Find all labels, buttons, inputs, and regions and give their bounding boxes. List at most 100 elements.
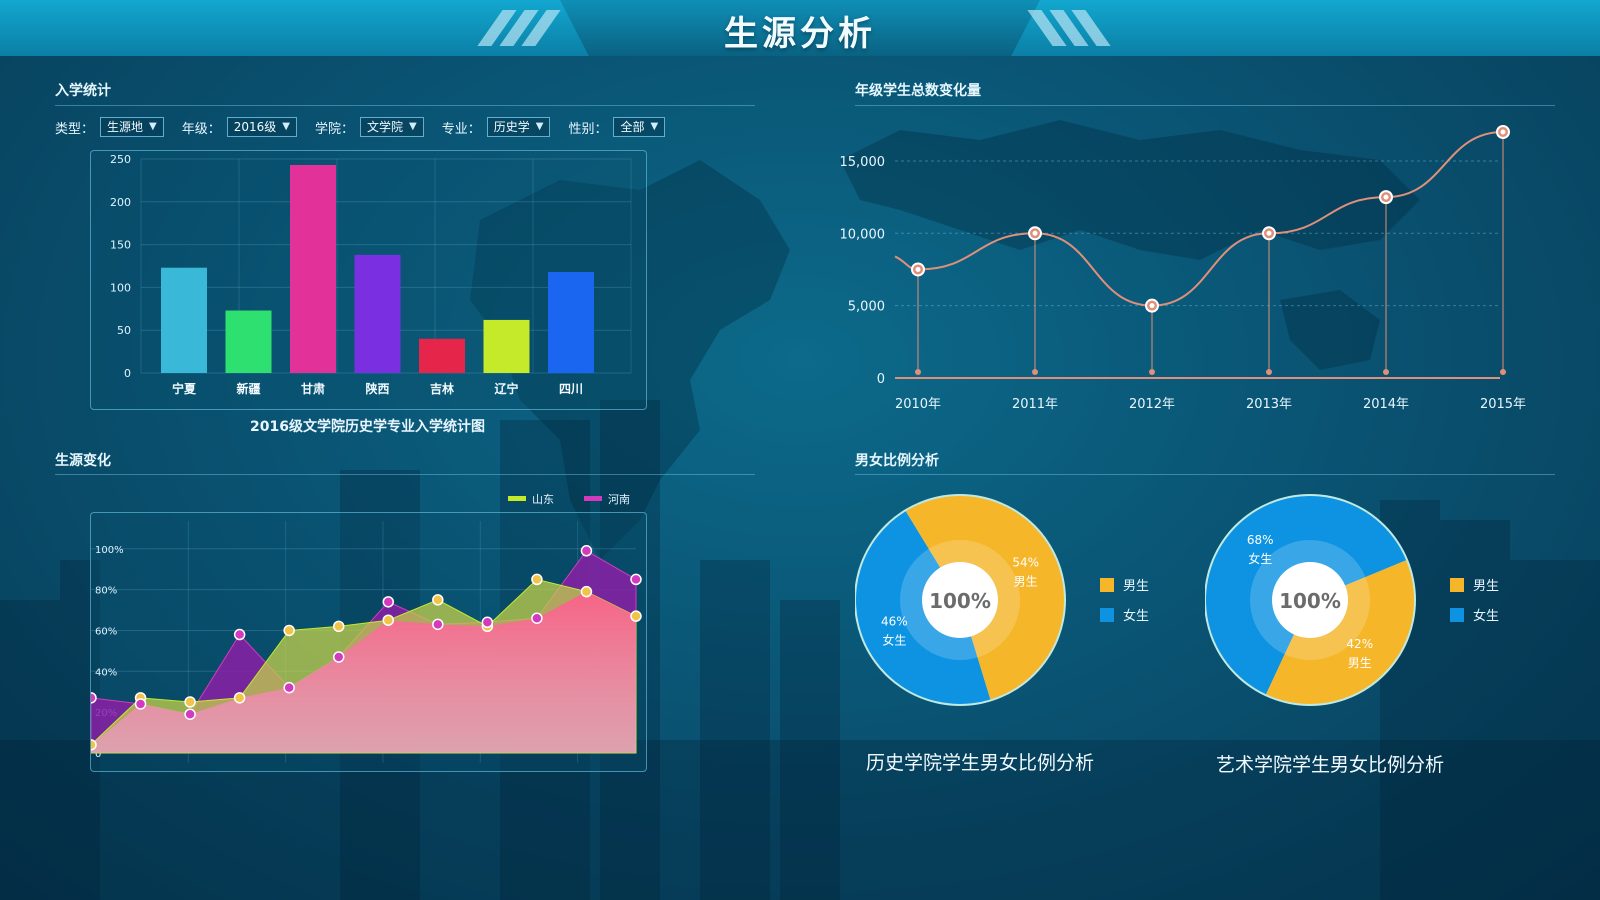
point-山东 <box>283 624 295 637</box>
gender-section-divider <box>855 474 1555 475</box>
x-tick-label: 2010年 <box>895 397 941 412</box>
point-山东 <box>382 614 395 626</box>
data-point-core <box>1149 303 1155 309</box>
filter-type-select[interactable]: 生源地 ▼ <box>100 117 164 137</box>
pie-center-label: 100% <box>929 589 991 613</box>
bar <box>419 338 465 373</box>
point-河南 <box>630 573 642 586</box>
y-tick-label: 5,000 <box>848 300 885 315</box>
filter-college-label: 学院： <box>315 121 355 137</box>
enrollment-section-title: 入学统计 <box>55 83 111 99</box>
bar <box>354 254 401 373</box>
point-山东 <box>630 610 642 622</box>
point-山东 <box>580 585 593 598</box>
area-overlap <box>91 591 636 753</box>
source-change-legend: 山东 河南 <box>508 493 630 506</box>
filter-gender-label: 性别： <box>568 121 608 137</box>
enrollment-chart-panel: 0 50 100 150 200 250 宁夏 新疆 甘肃 陕西 吉林 辽宁 四川 <box>90 150 647 410</box>
baseline-dot <box>1383 369 1389 375</box>
point-河南 <box>184 708 196 720</box>
pie-label-female-value: 68% <box>1247 533 1274 547</box>
point-河南 <box>233 628 246 641</box>
filter-grade-value: 2016级 <box>233 120 277 134</box>
filter-grade-select[interactable]: 2016级 ▼ <box>226 117 297 137</box>
data-point-core <box>1032 230 1038 236</box>
source-change-area-chart: 020%40%60%80%100% <box>85 521 642 763</box>
point-河南 <box>332 651 345 663</box>
legend-swatch-female <box>1450 608 1464 622</box>
data-point-core <box>1383 194 1389 200</box>
point-河南 <box>481 616 494 629</box>
legend-label-female: 女生 <box>1123 608 1149 624</box>
filter-grade-label: 年级： <box>181 121 221 137</box>
y-tick-label: 10,000 <box>840 227 885 242</box>
y-tick-label: 50 <box>117 324 131 337</box>
y-tick-label: 0 <box>124 367 131 380</box>
y-tick-label: 60% <box>95 626 117 637</box>
pie-label-female-value: 46% <box>881 615 908 629</box>
filter-major-label: 专业： <box>441 121 481 137</box>
art-gender-pie-chart: 100%68%女生42%男生男生女生 <box>1205 494 1499 706</box>
baseline-dot <box>915 369 921 375</box>
x-tick-label: 陕西 <box>365 381 389 396</box>
point-山东 <box>432 594 444 606</box>
enrollment-section-divider <box>55 105 755 106</box>
enrollment-chart-caption: 2016级文学院历史学专业入学统计图 <box>250 419 485 435</box>
pie-label-male-name: 男生 <box>1014 574 1038 588</box>
data-point-core <box>1500 129 1506 135</box>
data-point-core <box>915 266 921 272</box>
y-tick-label: 15,000 <box>840 155 885 170</box>
grade-total-section-divider <box>855 105 1555 106</box>
grade-total-line-chart: 0 5,000 10,000 15,000 2010年 2011年 2012年 2013年 20… <box>840 125 1526 412</box>
series-line <box>894 131 1504 307</box>
legend-swatch <box>508 496 526 501</box>
chevron-down-icon: ▼ <box>650 121 659 132</box>
point-河南 <box>382 596 395 608</box>
pie-label-male-value: 42% <box>1346 637 1373 651</box>
chevron-down-icon: ▼ <box>282 121 290 132</box>
bar <box>483 319 530 373</box>
x-tick-label: 新疆 <box>236 381 260 396</box>
x-tick-label: 2011年 <box>1012 397 1058 412</box>
header-bar: 生源分析 <box>0 0 1600 56</box>
point-山东 <box>85 739 97 751</box>
legend-swatch-female <box>1100 608 1114 622</box>
legend-swatch-male <box>1100 578 1114 592</box>
filter-grade: 年级： 2016级 ▼ <box>182 117 297 137</box>
point-山东 <box>332 620 345 633</box>
source-change-chart-panel: 020%40%60%80%100% <box>85 512 647 772</box>
art-gender-caption: 艺术学院学生男女比例分析 <box>1215 754 1444 776</box>
baseline-dot <box>1032 369 1038 375</box>
pie-label-male-value: 54% <box>1012 555 1039 569</box>
x-tick-label: 四川 <box>559 382 583 396</box>
enrollment-filters: 类型： 生源地 ▼ 年级： 2016级 ▼ 学院： 文学院 ▼ 专业： 历史学 ▼ 性别… <box>55 117 683 137</box>
y-tick-label: 200 <box>110 196 131 209</box>
filter-college-select[interactable]: 文学院 ▼ <box>360 117 424 137</box>
bar <box>161 267 207 373</box>
y-tick-label: 100 <box>110 281 131 294</box>
pie-label-female-name: 女生 <box>882 633 906 648</box>
point-河南 <box>432 618 444 631</box>
filter-college: 学院： 文学院 ▼ <box>315 117 424 137</box>
baseline-dot <box>1149 369 1155 375</box>
filter-gender-select[interactable]: 全部 ▼ <box>613 117 666 137</box>
legend-swatch-male <box>1450 578 1464 592</box>
point-河南 <box>134 698 147 710</box>
chevron-down-icon: ▼ <box>149 121 157 132</box>
filter-type: 类型： 生源地 ▼ <box>55 117 164 137</box>
source-change-section-title: 生源变化 <box>55 453 111 469</box>
filter-major-select[interactable]: 历史学 ▼ <box>486 117 551 137</box>
filter-gender-value: 全部 <box>620 120 645 134</box>
baseline-dot <box>1266 369 1272 375</box>
x-tick-label: 辽宁 <box>494 381 518 396</box>
x-tick-label: 2013年 <box>1246 397 1292 412</box>
chevron-down-icon: ▼ <box>535 121 544 132</box>
filter-major: 专业： 历史学 ▼ <box>442 117 551 137</box>
point-河南 <box>85 692 97 704</box>
bar <box>548 271 594 373</box>
y-tick-label: 80% <box>95 586 117 597</box>
point-河南 <box>531 612 543 624</box>
page-title: 生源分析 <box>724 14 876 54</box>
history-gender-caption: 历史学院学生男女比例分析 <box>865 752 1094 774</box>
pie-center-label: 100% <box>1279 589 1341 613</box>
